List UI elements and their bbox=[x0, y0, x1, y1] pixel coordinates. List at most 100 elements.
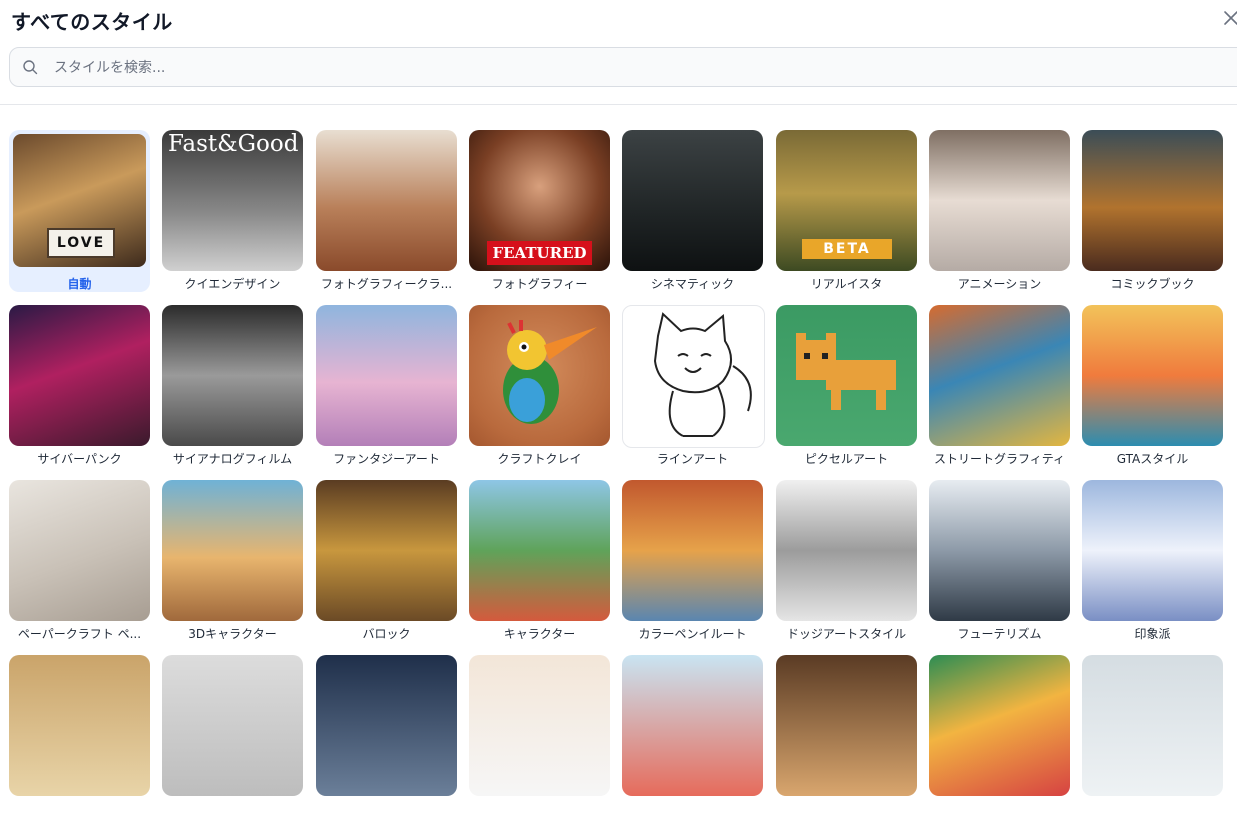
style-card[interactable]: カラーペンイルート bbox=[622, 480, 763, 642]
divider bbox=[0, 104, 1237, 105]
search-input[interactable] bbox=[52, 48, 1156, 88]
style-card[interactable]: サイアナログフィルム bbox=[162, 305, 303, 467]
page-title: すべてのスタイル bbox=[11, 10, 173, 34]
style-label: ストリートグラフィティ bbox=[933, 452, 1066, 466]
style-thumbnail bbox=[776, 305, 917, 446]
pixel-cat bbox=[796, 333, 896, 410]
love-sign: LOVE bbox=[47, 228, 115, 258]
style-thumbnail bbox=[162, 655, 303, 796]
style-card[interactable]: GTAスタイル bbox=[1082, 305, 1223, 467]
style-thumbnail bbox=[469, 480, 610, 621]
cat-line-drawing bbox=[653, 312, 752, 437]
style-label: ラインアート bbox=[656, 452, 729, 466]
style-label: バロック bbox=[362, 627, 411, 641]
style-label: クイエンデザイン bbox=[184, 277, 281, 291]
style-thumbnail bbox=[776, 480, 917, 621]
style-label: ファンタジーアート bbox=[333, 452, 440, 466]
style-thumbnail bbox=[469, 655, 610, 796]
style-card[interactable]: 3Dキャラクター bbox=[162, 480, 303, 642]
style-thumbnail bbox=[929, 305, 1070, 446]
style-label: フォトグラフィー bbox=[491, 277, 588, 291]
style-card[interactable]: ストリートグラフィティ bbox=[929, 305, 1070, 467]
style-thumbnail bbox=[1082, 130, 1223, 271]
style-card[interactable]: Fast&Good クイエンデザイン bbox=[162, 130, 303, 292]
style-label: ピクセルアート bbox=[804, 452, 889, 466]
style-label: ペーパークラフト ペ... bbox=[17, 627, 142, 641]
style-card[interactable]: フューテリズム bbox=[929, 480, 1070, 642]
style-card[interactable] bbox=[469, 655, 610, 817]
close-button[interactable] bbox=[1221, 8, 1237, 28]
style-card[interactable] bbox=[162, 655, 303, 817]
style-card[interactable]: BETA リアルイスタ bbox=[776, 130, 917, 292]
style-thumbnail: Fast&Good bbox=[162, 130, 303, 271]
style-card[interactable] bbox=[776, 655, 917, 817]
style-label: キャラクター bbox=[503, 627, 576, 641]
style-label: クラフトクレイ bbox=[497, 452, 582, 466]
style-label: フォトグラフィークラ... bbox=[320, 277, 453, 291]
style-thumbnail bbox=[9, 480, 150, 621]
style-card[interactable]: アニメーション bbox=[929, 130, 1070, 292]
beta-badge: BETA bbox=[802, 239, 892, 259]
style-thumbnail bbox=[1082, 480, 1223, 621]
style-thumbnail bbox=[622, 480, 763, 621]
style-label: サイアナログフィルム bbox=[172, 452, 293, 466]
style-card[interactable] bbox=[1082, 655, 1223, 817]
style-label: サイバーパンク bbox=[37, 452, 122, 466]
style-thumbnail: FEATURED bbox=[469, 130, 610, 271]
style-label: 印象派 bbox=[1134, 627, 1171, 641]
style-card[interactable] bbox=[929, 655, 1070, 817]
style-card[interactable]: FEATURED フォトグラフィー bbox=[469, 130, 610, 292]
search-box bbox=[9, 47, 1237, 88]
style-thumbnail: BETA bbox=[776, 130, 917, 271]
style-thumbnail bbox=[9, 655, 150, 796]
style-card[interactable]: ラインアート bbox=[622, 305, 765, 467]
style-thumbnail bbox=[929, 130, 1070, 271]
style-card[interactable]: シネマティック bbox=[622, 130, 763, 292]
style-card[interactable]: ドッジアートスタイル bbox=[776, 480, 917, 642]
style-thumbnail: LOVE bbox=[13, 134, 146, 267]
style-thumbnail bbox=[1082, 305, 1223, 446]
style-label: GTAスタイル bbox=[1116, 452, 1189, 466]
style-label: シネマティック bbox=[650, 277, 735, 291]
style-card[interactable]: キャラクター bbox=[469, 480, 610, 642]
style-card[interactable]: コミックブック bbox=[1082, 130, 1223, 292]
style-card[interactable]: 印象派 bbox=[1082, 480, 1223, 642]
style-card[interactable]: クラフトクレイ bbox=[469, 305, 610, 467]
style-card[interactable] bbox=[622, 655, 763, 817]
style-card[interactable]: フォトグラフィークラ... bbox=[316, 130, 457, 292]
style-card[interactable] bbox=[316, 655, 457, 817]
close-icon bbox=[1224, 11, 1237, 25]
style-thumbnail bbox=[622, 130, 763, 271]
style-thumbnail bbox=[1082, 655, 1223, 796]
style-thumbnail bbox=[929, 655, 1070, 796]
style-label: カラーペンイルート bbox=[638, 627, 747, 641]
style-label: フューテリズム bbox=[957, 627, 1042, 641]
style-card[interactable]: バロック bbox=[316, 480, 457, 642]
style-label: コミックブック bbox=[1110, 277, 1195, 291]
search-icon bbox=[23, 60, 38, 75]
style-thumbnail bbox=[9, 305, 150, 446]
style-thumbnail bbox=[316, 655, 457, 796]
style-thumbnail bbox=[162, 480, 303, 621]
style-card[interactable]: ファンタジーアート bbox=[316, 305, 457, 467]
style-label: 自動 bbox=[67, 277, 92, 291]
style-label: アニメーション bbox=[957, 277, 1042, 291]
style-thumbnail bbox=[316, 305, 457, 446]
style-card[interactable]: ピクセルアート bbox=[776, 305, 917, 467]
featured-badge: FEATURED bbox=[487, 241, 592, 265]
style-card[interactable]: サイバーパンク bbox=[9, 305, 150, 467]
magazine-title: Fast&Good bbox=[168, 131, 299, 157]
style-label: 3Dキャラクター bbox=[188, 627, 277, 641]
style-card[interactable] bbox=[9, 655, 150, 817]
style-card[interactable]: ペーパークラフト ペ... bbox=[9, 480, 150, 642]
style-thumbnail bbox=[316, 480, 457, 621]
style-thumbnail bbox=[162, 305, 303, 446]
style-card[interactable]: LOVE 自動 bbox=[9, 130, 150, 292]
clay-bird bbox=[503, 320, 597, 424]
style-thumbnail bbox=[929, 480, 1070, 621]
style-thumbnail bbox=[776, 655, 917, 796]
style-label: リアルイスタ bbox=[810, 277, 883, 291]
style-thumbnail bbox=[622, 655, 763, 796]
style-thumbnail bbox=[622, 305, 765, 448]
style-label: ドッジアートスタイル bbox=[786, 627, 907, 641]
